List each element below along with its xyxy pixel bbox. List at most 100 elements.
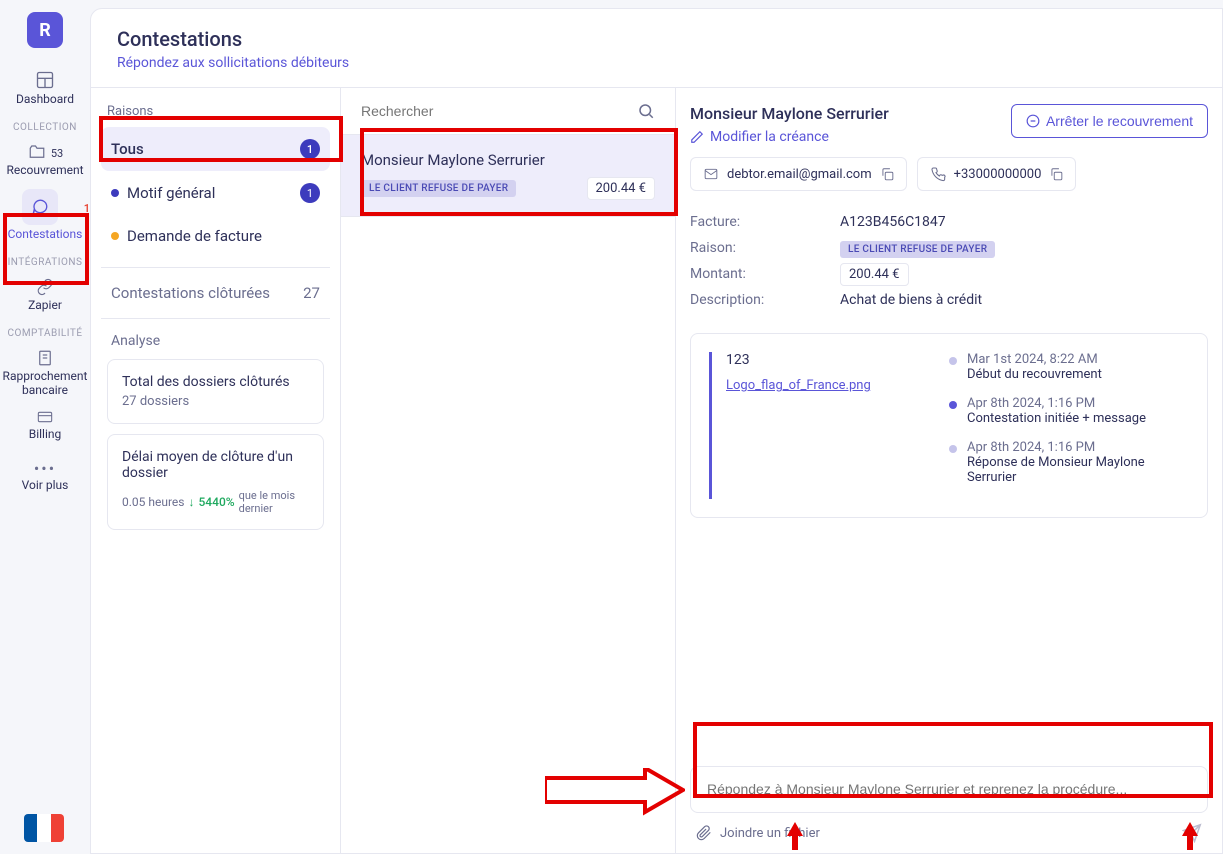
search-input[interactable] (361, 103, 637, 119)
card-icon (0, 409, 90, 425)
nav-label: Billing (0, 427, 90, 441)
stat-title: Total des dossiers clôturés (122, 374, 309, 390)
modify-label: Modifier la créance (710, 129, 829, 145)
timeline-event: Apr 8th 2024, 1:16 PMRéponse de Monsieur… (949, 440, 1189, 485)
invoice-label: Facture: (690, 214, 840, 230)
page-header: Contestations Répondez aux sollicitation… (91, 9, 1222, 87)
event-text: Réponse de Monsieur Maylone Serrurier (967, 455, 1189, 485)
event-date: Apr 8th 2024, 1:16 PM (967, 440, 1189, 455)
detail-debtor-name: Monsieur Maylone Serrurier (690, 104, 889, 123)
nav-more[interactable]: ••• Voir plus (0, 453, 90, 498)
nav-label: Voir plus (0, 478, 90, 492)
nav-recouvrement[interactable]: 53 Recouvrement (0, 137, 90, 183)
dashboard-icon (0, 70, 90, 90)
list-column: Monsieur Maylone Serrurier LE CLIENT REF… (341, 88, 676, 853)
annotation-arrow-attach (785, 822, 805, 852)
stat-sub: 27 dossiers (122, 394, 309, 409)
nav-section-collection: COLLECTION (0, 122, 90, 133)
invoice-value: A123B456C1847 (840, 214, 946, 230)
annotation-arrow-reply (545, 768, 685, 818)
reason-label: Raison: (690, 240, 840, 256)
timeline-dot-icon (949, 401, 957, 409)
email-chip[interactable]: debtor.email@gmail.com (690, 157, 907, 191)
stat-note: que le mois dernier (239, 489, 299, 515)
timeline-box: 123 Logo_flag_of_France.png Mar 1st 2024… (690, 333, 1208, 518)
reason-all[interactable]: Tous 1 (101, 127, 330, 171)
stat-title: Délai moyen de clôture d'un dossier (122, 449, 309, 481)
page-subtitle: Répondez aux sollicitations débiteurs (117, 55, 1196, 71)
reply-input-wrapper (690, 766, 1208, 813)
copy-icon[interactable] (1049, 167, 1063, 181)
stop-label: Arrêter le recouvrement (1046, 113, 1193, 129)
annotation-arrow-send (1180, 822, 1200, 852)
event-date: Mar 1st 2024, 8:22 AM (967, 352, 1102, 367)
list-item-amount: 200.44 € (587, 177, 656, 200)
event-text: Début du recouvrement (967, 367, 1102, 382)
receipt-icon (0, 349, 90, 367)
desc-label: Description: (690, 292, 840, 308)
arrow-down-icon: ↓ (188, 495, 194, 509)
copy-icon[interactable] (880, 167, 894, 181)
timeline-attachment[interactable]: Logo_flag_of_France.png (726, 378, 929, 393)
contestation-list-item[interactable]: Monsieur Maylone Serrurier LE CLIENT REF… (341, 135, 675, 217)
content-row: Raisons Tous 1 Motif général 1 Demande d… (91, 87, 1222, 853)
page-title: Contestations (117, 27, 1196, 51)
mail-icon (703, 167, 719, 181)
modify-claim-link[interactable]: Modifier la créance (690, 129, 889, 145)
locale-flag[interactable] (24, 814, 64, 842)
detail-info: Facture:A123B456C1847 Raison:LE CLIENT R… (690, 209, 1208, 313)
reason-label: Tous (111, 140, 144, 158)
timeline-message: 123 (726, 352, 929, 368)
nav-label: Recouvrement (0, 163, 90, 177)
reasons-closed[interactable]: Contestations clôturées 27 (101, 267, 330, 318)
reason-invoice[interactable]: Demande de facture (101, 215, 330, 257)
amount-label: Montant: (690, 266, 840, 282)
search-icon[interactable] (637, 102, 655, 120)
main-panel: Contestations Répondez aux sollicitation… (90, 8, 1223, 854)
phone-icon (930, 166, 946, 182)
timeline-event: Apr 8th 2024, 1:16 PMContestation initié… (949, 396, 1189, 426)
analysis-label: Analyse (107, 333, 324, 359)
nav-dashboard[interactable]: Dashboard (0, 64, 90, 112)
closed-count: 27 (303, 284, 320, 302)
contestations-badge: 1 (84, 202, 90, 215)
nav-zapier[interactable]: Zapier (0, 272, 90, 318)
detail-column: Monsieur Maylone Serrurier Modifier la c… (676, 88, 1222, 853)
reason-count: 1 (300, 183, 320, 203)
reason-tag: LE CLIENT REFUSE DE PAYER (361, 180, 516, 197)
nav-billing[interactable]: Billing (0, 403, 90, 447)
bullet-icon (111, 232, 119, 240)
message-icon (22, 189, 58, 225)
more-dots-icon: ••• (0, 459, 90, 478)
nav-label: Rapprochement bancaire (0, 369, 90, 397)
bullet-icon (111, 189, 119, 197)
nav-section-compta: COMPTABILITÉ (0, 328, 90, 339)
event-date: Apr 8th 2024, 1:16 PM (967, 396, 1146, 411)
stat-hours: 0.05 heures (122, 495, 184, 509)
event-text: Contestation initiée + message (967, 411, 1146, 426)
phone-chip[interactable]: +33000000000 (917, 157, 1077, 191)
reasons-column: Raisons Tous 1 Motif général 1 Demande d… (91, 88, 341, 853)
nav-contestations[interactable]: 1 Contestations (0, 183, 90, 247)
app-logo[interactable]: R (27, 12, 63, 48)
stop-icon (1026, 114, 1040, 128)
link-icon (0, 278, 90, 296)
phone-text: +33000000000 (954, 167, 1042, 182)
sidebar: R Dashboard COLLECTION 53 Recouvrement 1… (0, 0, 90, 854)
nav-label: Dashboard (0, 92, 90, 106)
reply-area: Joindre un fichier (690, 766, 1208, 843)
folder-icon (27, 143, 47, 161)
reply-input[interactable] (707, 781, 1191, 797)
pencil-icon (690, 130, 704, 144)
stat-pct: 5440% (198, 495, 234, 509)
amount-value: 200.44 € (840, 263, 909, 286)
recouvrement-badge: 53 (51, 147, 63, 160)
email-text: debtor.email@gmail.com (727, 167, 872, 182)
search-row (341, 88, 675, 135)
stop-recouvrement-button[interactable]: Arrêter le recouvrement (1011, 104, 1208, 138)
timeline-event: Mar 1st 2024, 8:22 AMDébut du recouvreme… (949, 352, 1189, 382)
nav-rapprochement[interactable]: Rapprochement bancaire (0, 343, 90, 403)
desc-value: Achat de biens à crédit (840, 292, 982, 308)
reason-general[interactable]: Motif général 1 (101, 171, 330, 215)
reason-tag: LE CLIENT REFUSE DE PAYER (840, 241, 995, 258)
